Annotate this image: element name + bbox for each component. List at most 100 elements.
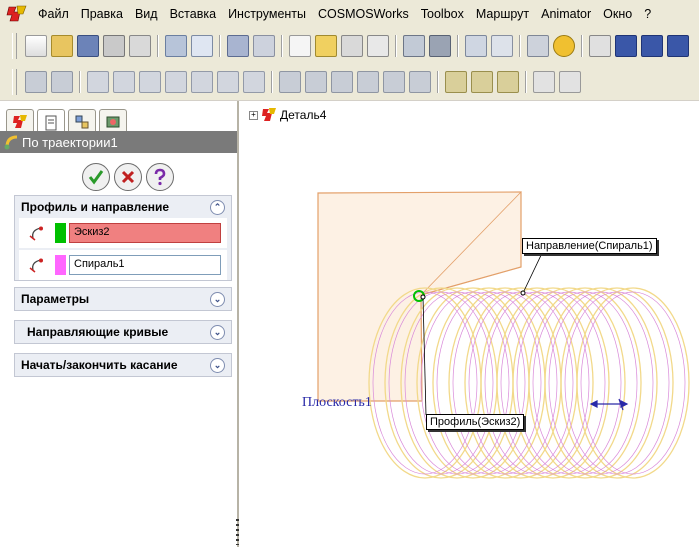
print-icon[interactable] [103, 34, 125, 57]
section-title: Профиль и направление [21, 200, 170, 214]
expand-down-icon[interactable]: ⌄ [210, 358, 225, 373]
graphics-area[interactable]: + Деталь4 Направление(Спираль1) Профиль(… [239, 101, 699, 547]
section-header[interactable]: Начать/закончить касание ⌄ [15, 354, 231, 376]
loft-icon[interactable] [357, 70, 379, 93]
menu-help[interactable]: ? [638, 7, 657, 21]
sketch-icon[interactable] [341, 34, 363, 57]
section-options[interactable]: Параметры ⌄ [14, 287, 232, 311]
feature-title: По траектории1 [22, 134, 118, 150]
menu-routing[interactable]: Маршрут [470, 7, 535, 21]
section-tangency[interactable]: Начать/закончить касание ⌄ [14, 353, 232, 377]
thread-icon[interactable] [409, 70, 431, 93]
profile-selection-row: Эскиз2 [19, 218, 227, 248]
configuration-icon [75, 115, 89, 129]
cut-icon[interactable] [165, 34, 187, 57]
linear-pattern-icon[interactable] [445, 70, 467, 93]
hole-icon[interactable] [139, 70, 161, 93]
sweep-feature-icon [4, 135, 18, 150]
extrude-boss-icon[interactable] [25, 70, 47, 93]
help-icon[interactable] [553, 34, 575, 57]
ok-button[interactable] [82, 163, 110, 191]
section-header[interactable]: Параметры ⌄ [15, 288, 231, 310]
menu-insert[interactable]: Вставка [164, 7, 222, 21]
path-anchor [520, 290, 526, 296]
cancel-button[interactable] [114, 163, 142, 191]
view-iso-icon[interactable] [615, 34, 637, 57]
shell-icon[interactable] [217, 70, 239, 93]
new-file-icon[interactable] [25, 34, 47, 57]
draft-icon[interactable] [279, 70, 301, 93]
revolve-boss-icon[interactable] [51, 70, 73, 93]
mirror-icon[interactable] [497, 70, 519, 93]
toolbar-separator [457, 34, 459, 57]
toolbar-separator [79, 70, 81, 93]
view-dimetric-icon[interactable] [667, 34, 689, 57]
menu-file[interactable]: Файл [32, 7, 75, 21]
collapse-up-icon[interactable]: ⌃ [210, 200, 225, 215]
menu-animator[interactable]: Animator [535, 7, 597, 21]
checkmark-icon [88, 170, 104, 185]
curves-icon[interactable] [559, 70, 581, 93]
section-header[interactable]: Направляющие кривые ⌄ [15, 321, 231, 343]
plane-label[interactable]: Плоскость1 [302, 395, 372, 411]
undo-icon[interactable] [227, 34, 249, 57]
standard-toolbar [0, 27, 699, 65]
smart-dimension-icon[interactable] [367, 34, 389, 57]
profile-callout[interactable]: Профиль(Эскиз2) [426, 414, 525, 430]
expand-down-icon[interactable]: ⌄ [210, 292, 225, 307]
wrap-icon[interactable] [383, 70, 405, 93]
expand-down-icon[interactable]: ⌄ [210, 325, 225, 340]
menu-cosmosworks[interactable]: COSMOSWorks [312, 7, 415, 21]
menu-edit[interactable]: Правка [75, 7, 129, 21]
reference-geometry-icon[interactable] [533, 70, 555, 93]
save-icon[interactable] [77, 34, 99, 57]
measure-icon[interactable] [527, 34, 549, 57]
section-title: Направляющие кривые [27, 325, 169, 339]
revolve-cut-icon[interactable] [113, 70, 135, 93]
menu-window[interactable]: Окно [597, 7, 638, 21]
spring-coil-outer [368, 287, 690, 479]
section-header[interactable]: Профиль и направление ⌃ [15, 196, 231, 218]
section-title: Начать/закончить касание [21, 358, 178, 372]
property-manager-icon [45, 115, 57, 131]
rebuild-icon[interactable] [315, 34, 337, 57]
dome-icon[interactable] [305, 70, 327, 93]
path-field[interactable]: Спираль1 [69, 255, 221, 275]
options-icon[interactable] [403, 34, 425, 57]
toolbar-separator [271, 70, 273, 93]
help-button[interactable] [146, 163, 174, 191]
circular-pattern-icon[interactable] [471, 70, 493, 93]
properties-icon[interactable] [491, 34, 513, 57]
path-select-icon [29, 258, 43, 273]
rib-icon[interactable] [243, 70, 265, 93]
path-callout[interactable]: Направление(Спираль1) [522, 238, 657, 254]
view-trimetric-icon[interactable] [641, 34, 663, 57]
copy-icon[interactable] [191, 34, 213, 57]
normal-to-icon[interactable] [589, 34, 611, 57]
redo-icon[interactable] [253, 34, 275, 57]
profile-field[interactable]: Эскиз2 [69, 223, 221, 243]
profile-select-icon [29, 226, 43, 241]
menu-view[interactable]: Вид [129, 7, 164, 21]
section-guide-curves[interactable]: Направляющие кривые ⌄ [14, 320, 232, 344]
select-arrow-icon[interactable] [289, 34, 311, 57]
fillet-icon[interactable] [165, 70, 187, 93]
open-folder-icon[interactable] [51, 34, 73, 57]
features-toolbar [0, 63, 699, 101]
sweep-icon[interactable] [331, 70, 353, 93]
toolbar-separator [519, 34, 521, 57]
solidworks-logo-icon [6, 5, 27, 21]
menu-toolbox[interactable]: Toolbox [415, 7, 470, 21]
direction-arrow [589, 398, 629, 411]
toolbar-separator [219, 34, 221, 57]
toolbar-grip[interactable] [12, 68, 17, 95]
toolbar-grip[interactable] [12, 32, 17, 59]
extrude-cut-icon[interactable] [87, 70, 109, 93]
section-title: Параметры [21, 292, 90, 306]
grid-icon[interactable] [429, 34, 451, 57]
print-preview-icon[interactable] [129, 34, 151, 57]
path-selection-row: Спираль1 [19, 250, 227, 280]
menu-tools[interactable]: Инструменты [222, 7, 312, 21]
chamfer-icon[interactable] [191, 70, 213, 93]
layers-icon[interactable] [465, 34, 487, 57]
